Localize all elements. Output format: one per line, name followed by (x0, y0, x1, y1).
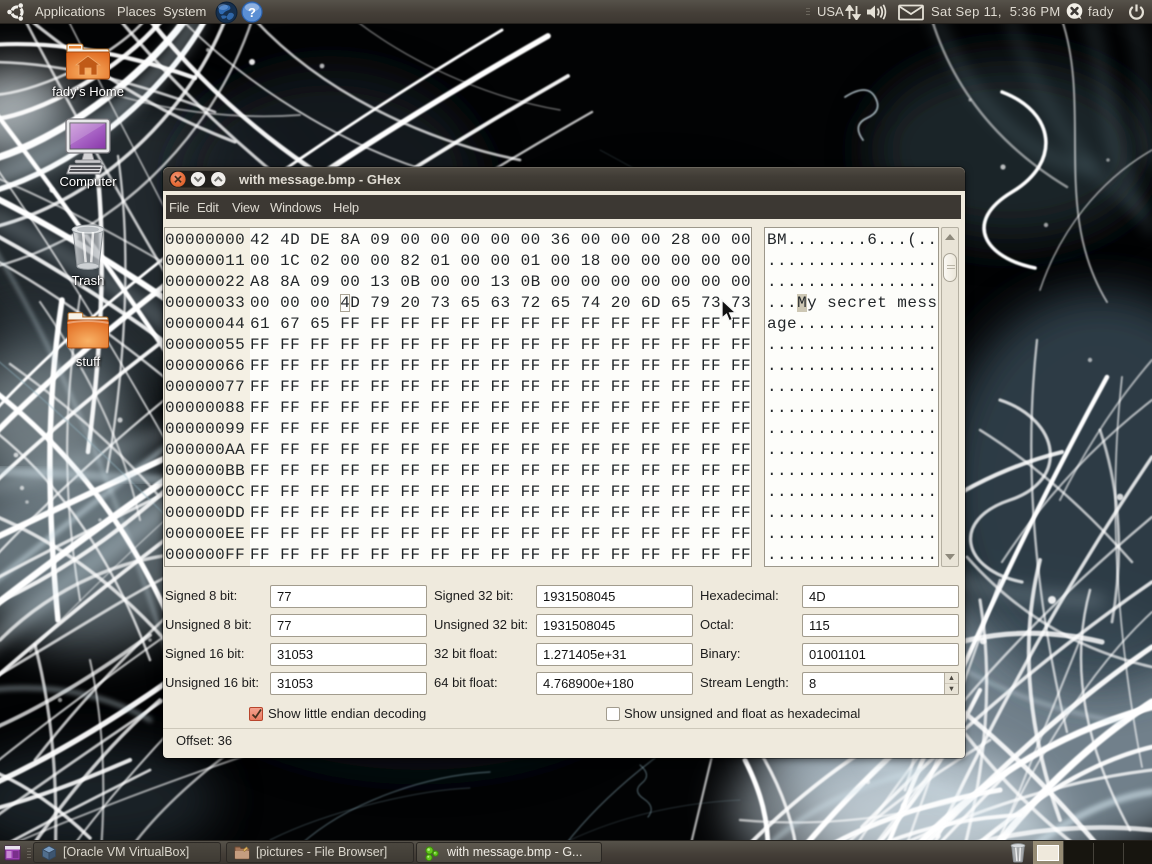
svg-text:?: ? (248, 5, 256, 20)
